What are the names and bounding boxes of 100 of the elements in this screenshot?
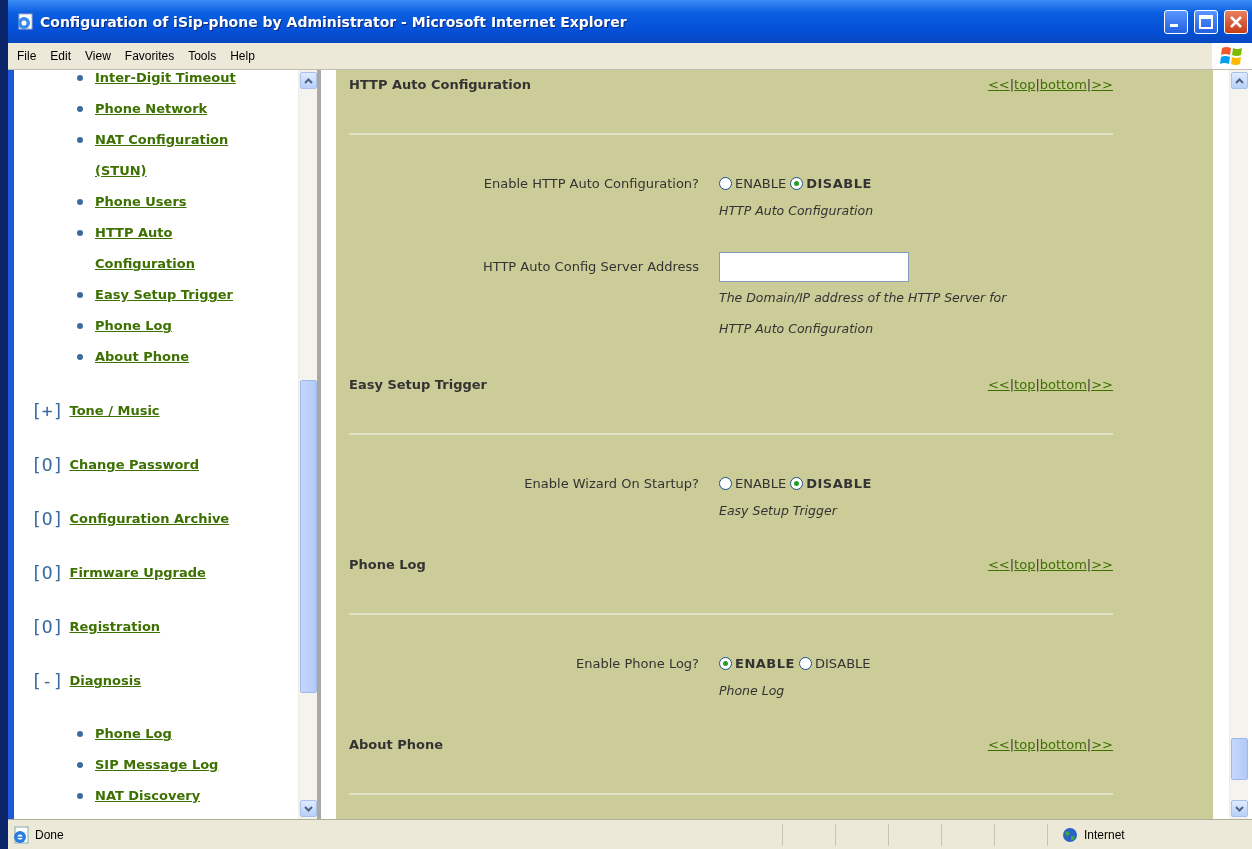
expand-marker[interactable]: [-] (31, 665, 64, 696)
radio-button[interactable] (798, 657, 812, 670)
radio-button[interactable] (719, 177, 732, 190)
section-nav-link[interactable]: bottom (1039, 77, 1087, 92)
section-nav-link[interactable]: >> (1091, 737, 1113, 752)
status-text: Done (35, 827, 65, 842)
bullet-icon (77, 292, 83, 298)
page-icon (12, 825, 30, 844)
help-text: Easy Setup Trigger (719, 502, 837, 520)
close-button[interactable] (1224, 9, 1248, 34)
section-nav-link[interactable]: << (987, 737, 1010, 752)
radio-button[interactable] (719, 657, 732, 670)
sidebar-link[interactable]: Phone Log (95, 310, 275, 341)
section-heading: HTTP Auto Configuration (349, 77, 531, 92)
windows-logo-icon (1220, 45, 1244, 67)
scrollbar-thumb[interactable] (1230, 738, 1248, 780)
section-nav-link[interactable]: top (1014, 377, 1036, 392)
chevron-up-icon (303, 77, 313, 84)
section-nav-link[interactable]: << (987, 377, 1010, 392)
section-heading: Phone Log (349, 557, 426, 572)
sidebar-link[interactable]: NAT Discovery (95, 780, 275, 811)
sidebar-link[interactable]: Phone Log (95, 718, 275, 749)
section-heading: Easy Setup Trigger (349, 377, 488, 392)
sidebar-link[interactable]: HTTP Auto Configuration (95, 217, 275, 279)
scroll-up-button[interactable] (299, 72, 317, 89)
sidebar-group-link[interactable]: Registration (69, 611, 161, 642)
maximize-icon (1199, 14, 1213, 29)
scrollbar-thumb[interactable] (299, 380, 317, 693)
bullet-icon (77, 793, 83, 799)
menu-item[interactable]: File (10, 49, 44, 63)
radio-button[interactable] (719, 477, 732, 490)
scroll-down-button[interactable] (299, 800, 317, 817)
radio-label[interactable]: ENABLE (735, 176, 787, 191)
section-nav-link[interactable]: << (987, 557, 1010, 572)
field-label: HTTP Auto Config Server Address (481, 258, 699, 276)
sidebar-group-link[interactable]: Firmware Upgrade (69, 557, 206, 588)
sidebar-group-link[interactable]: Diagnosis (69, 665, 141, 696)
link-separator: | (1035, 77, 1040, 92)
chevron-down-icon (1234, 805, 1244, 812)
section-nav-link[interactable]: top (1014, 77, 1036, 92)
minimize-button[interactable] (1164, 9, 1188, 34)
link-separator: | (1086, 557, 1092, 572)
section-nav-link[interactable]: bottom (1039, 377, 1087, 392)
bullet-icon (77, 199, 83, 205)
link-separator: | (1086, 737, 1092, 752)
section-nav-link[interactable]: >> (1091, 557, 1113, 572)
expand-marker[interactable]: [O] (31, 449, 64, 480)
menu-item[interactable]: View (78, 49, 118, 63)
link-separator: | (1035, 737, 1040, 752)
menu-item[interactable]: Help (223, 49, 262, 63)
sidebar-group-link[interactable]: Configuration Archive (69, 503, 230, 534)
sidebar-link[interactable]: Phone Users (95, 186, 275, 217)
section-nav-link[interactable]: >> (1091, 77, 1113, 92)
menu-item[interactable]: Favorites (117, 49, 182, 63)
window-title: Configuration of iSip-phone by Administrator - Microsoft Internet Explorer (40, 13, 628, 30)
sidebar-link[interactable]: Inter-Digit Timeout (95, 70, 275, 93)
sidebar-link[interactable]: NAT Configuration (STUN) (95, 124, 275, 186)
link-separator: | (1009, 557, 1015, 572)
bullet-icon (77, 323, 83, 329)
link-separator: | (1035, 377, 1040, 392)
help-text: Phone Log (719, 682, 785, 700)
bullet-icon (77, 230, 83, 236)
scroll-down-button[interactable] (1230, 800, 1248, 817)
link-separator: | (1009, 737, 1015, 752)
radio-label[interactable]: DISABLE (814, 656, 871, 671)
radio-button[interactable] (790, 477, 804, 490)
sidebar-link[interactable]: SIP Message Log (95, 749, 275, 780)
radio-label[interactable]: ENABLE (735, 476, 787, 491)
section-nav-link[interactable]: << (987, 77, 1010, 92)
maximize-button[interactable] (1194, 9, 1218, 34)
section-nav-link[interactable]: bottom (1039, 557, 1087, 572)
globe-icon (1062, 826, 1078, 843)
menu-item[interactable]: Edit (43, 49, 79, 63)
bullet-icon (77, 106, 83, 112)
section-heading: About Phone (349, 737, 444, 752)
scroll-up-button[interactable] (1230, 72, 1248, 89)
radio-label[interactable]: DISABLE (806, 476, 872, 491)
menu-item[interactable]: Tools (181, 49, 224, 63)
sidebar-group-link[interactable]: Change Password (69, 449, 200, 480)
section-nav-link[interactable]: top (1014, 737, 1036, 752)
bullet-icon (77, 731, 83, 737)
field-label: Enable HTTP Auto Configuration? (482, 175, 699, 193)
radio-label[interactable]: DISABLE (806, 176, 872, 191)
sidebar-link[interactable]: About Phone (95, 341, 275, 372)
sidebar-link[interactable]: Phone Network (95, 93, 275, 124)
help-text: The Domain/IP address of the HTTP Server for HTTP Auto Configuration (719, 289, 1008, 338)
bullet-icon (77, 137, 83, 143)
expand-marker[interactable]: [+] (31, 395, 64, 426)
sidebar-group-link[interactable]: Tone / Music (69, 395, 160, 426)
expand-marker[interactable]: [O] (31, 611, 64, 642)
section-nav-link[interactable]: bottom (1039, 737, 1087, 752)
radio-button[interactable] (790, 177, 804, 190)
expand-marker[interactable]: [O] (31, 557, 64, 588)
sidebar-link[interactable]: Easy Setup Trigger (95, 279, 275, 310)
server-address-field[interactable] (719, 252, 909, 282)
radio-label[interactable]: ENABLE (735, 656, 795, 671)
section-nav-link[interactable]: top (1014, 557, 1036, 572)
section-nav-link[interactable]: >> (1091, 377, 1113, 392)
field-label: Enable Phone Log? (575, 655, 699, 673)
expand-marker[interactable]: [O] (31, 503, 64, 534)
